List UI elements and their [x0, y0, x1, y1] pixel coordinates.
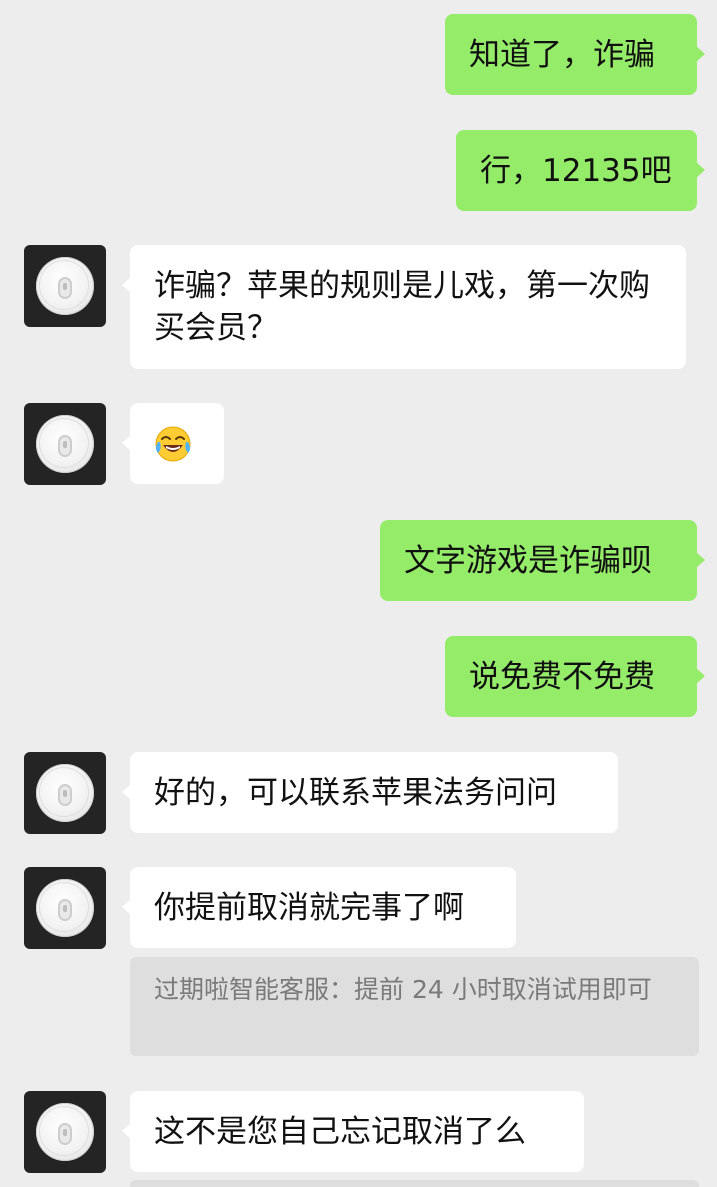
message-text: 文字游戏是诈骗呗 — [404, 543, 652, 579]
message-text: 这不是您自己忘记取消了么 — [154, 1114, 526, 1150]
message-text: 说免费不免费 — [469, 659, 655, 695]
contact-avatar[interactable] — [24, 752, 106, 834]
contact-avatar[interactable] — [24, 403, 106, 485]
message-bubble-outgoing[interactable]: 文字游戏是诈骗呗 — [380, 520, 705, 601]
message-bubble-incoming[interactable]: 好的，可以联系苹果法务问问 — [122, 752, 618, 833]
message-bubble-incoming[interactable]: 这不是您自己忘记取消了么 — [122, 1091, 584, 1172]
can-lid-icon — [36, 879, 94, 937]
message-bubble-incoming[interactable]: 你提前取消就完事了啊 — [122, 867, 516, 948]
message-bubble-outgoing[interactable]: 知道了，诈骗 — [445, 14, 705, 95]
quoted-message-text: 过期啦智能客服：提前 24 小时取消试用即可 — [154, 975, 652, 1004]
message-text: 行，12135吧 — [480, 153, 672, 189]
face-with-tears-of-joy-icon — [154, 425, 192, 463]
can-lid-icon — [36, 257, 94, 315]
message-bubble-outgoing[interactable]: 行，12135吧 — [456, 130, 705, 211]
contact-avatar[interactable] — [24, 245, 106, 327]
quoted-message[interactable]: 过期啦智能客服：提前 24 小时取消试用即可 — [130, 957, 699, 1056]
can-lid-icon — [36, 764, 94, 822]
quoted-message-partial — [130, 1180, 699, 1187]
message-text: 知道了，诈骗 — [469, 37, 655, 73]
message-bubble-outgoing[interactable]: 说免费不免费 — [445, 636, 705, 717]
contact-avatar[interactable] — [24, 867, 106, 949]
contact-avatar[interactable] — [24, 1091, 106, 1173]
can-lid-icon — [36, 1103, 94, 1161]
message-bubble-incoming[interactable]: 诈骗？苹果的规则是儿戏，第一次购买会员？ — [122, 245, 686, 369]
message-bubble-incoming[interactable] — [122, 403, 224, 484]
message-text: 你提前取消就完事了啊 — [154, 890, 464, 926]
message-text: 诈骗？苹果的规则是儿戏，第一次购买会员？ — [154, 268, 650, 346]
chat-message-list[interactable]: 知道了，诈骗 行，12135吧 诈骗？苹果的规则是儿戏，第一次购买会员？ 文字游… — [0, 0, 717, 1187]
message-text: 好的，可以联系苹果法务问问 — [154, 775, 557, 811]
can-lid-icon — [36, 415, 94, 473]
